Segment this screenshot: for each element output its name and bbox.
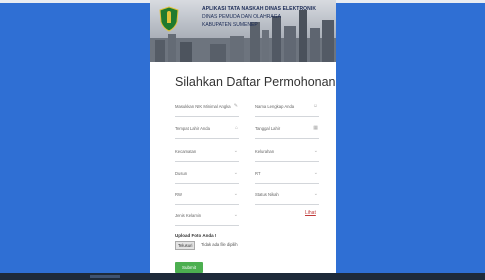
rt-select[interactable]: RT ⌄: [255, 169, 319, 184]
birthplace-field[interactable]: Tempat Lahir Anda ⌂: [175, 124, 239, 139]
calendar-icon: ▦: [313, 125, 318, 131]
district-placeholder: Kecamatan: [175, 149, 197, 154]
name-field[interactable]: Nama Lengkap Anda ☺: [255, 102, 319, 117]
taskbar: [0, 273, 485, 280]
gender-select[interactable]: Jenis Kelamin ⌄: [175, 211, 239, 226]
banner-subtitle-agency: DINAS PEMUDA DAN OLAHRAGA: [202, 14, 281, 20]
rt-placeholder: RT: [255, 171, 261, 176]
birthdate-placeholder: Tanggal Lahir: [255, 126, 281, 131]
chevron-down-icon: ⌄: [233, 212, 238, 218]
view-photo-link[interactable]: Lihat: [305, 210, 316, 216]
village-select[interactable]: Kelurahan ⌄: [255, 147, 319, 162]
banner-subtitle-regency: KABUPATEN SUMENEP: [202, 22, 258, 28]
rw-placeholder: RW: [175, 192, 182, 197]
chevron-down-icon: ⌄: [313, 170, 318, 176]
marital-status-select[interactable]: Status Nikah ⌄: [255, 190, 319, 205]
hamlet-placeholder: Dusun: [175, 171, 188, 176]
village-placeholder: Kelurahan: [255, 149, 275, 154]
birthdate-field[interactable]: Tanggal Lahir ▦: [255, 124, 319, 139]
name-placeholder: Nama Lengkap Anda: [255, 104, 295, 109]
rw-select[interactable]: RW ⌄: [175, 190, 239, 205]
chevron-down-icon: ⌄: [233, 191, 238, 197]
chevron-down-icon: ⌄: [233, 170, 238, 176]
district-select[interactable]: Kecamatan ⌄: [175, 147, 239, 162]
birthplace-placeholder: Tempat Lahir Anda: [175, 126, 210, 131]
chevron-down-icon: ⌄: [313, 191, 318, 197]
submit-button[interactable]: Submit: [175, 262, 203, 273]
chevron-down-icon: ⌄: [233, 148, 238, 154]
marital-status-placeholder: Status Nikah: [255, 192, 279, 197]
hamlet-select[interactable]: Dusun ⌄: [175, 169, 239, 184]
home-icon: ⌂: [234, 125, 238, 131]
registration-form: Silahkan Daftar Permohonan Masukkan NIK …: [150, 62, 336, 273]
upload-label: Upload Foto Anda !: [175, 233, 217, 238]
chevron-down-icon: ⌄: [313, 148, 318, 154]
edit-icon: ✎: [233, 103, 238, 109]
person-icon: ☺: [312, 103, 318, 109]
gender-placeholder: Jenis Kelamin: [175, 213, 202, 218]
nik-field[interactable]: Masukkan NIK Minimal Angka ✎: [175, 102, 239, 117]
regency-emblem-icon: [159, 6, 179, 32]
browse-file-button[interactable]: Telusuri: [175, 241, 196, 250]
form-title: Silahkan Daftar Permohonan: [175, 75, 336, 89]
upload-status: Tidak ada file dipilih: [201, 242, 238, 247]
taskbar-item[interactable]: [90, 275, 120, 278]
header-banner: APLIKASI TATA NASKAH DINAS ELEKTRONIK DI…: [150, 0, 336, 62]
banner-title: APLIKASI TATA NASKAH DINAS ELEKTRONIK: [202, 6, 317, 12]
nik-placeholder: Masukkan NIK Minimal Angka: [175, 104, 231, 109]
